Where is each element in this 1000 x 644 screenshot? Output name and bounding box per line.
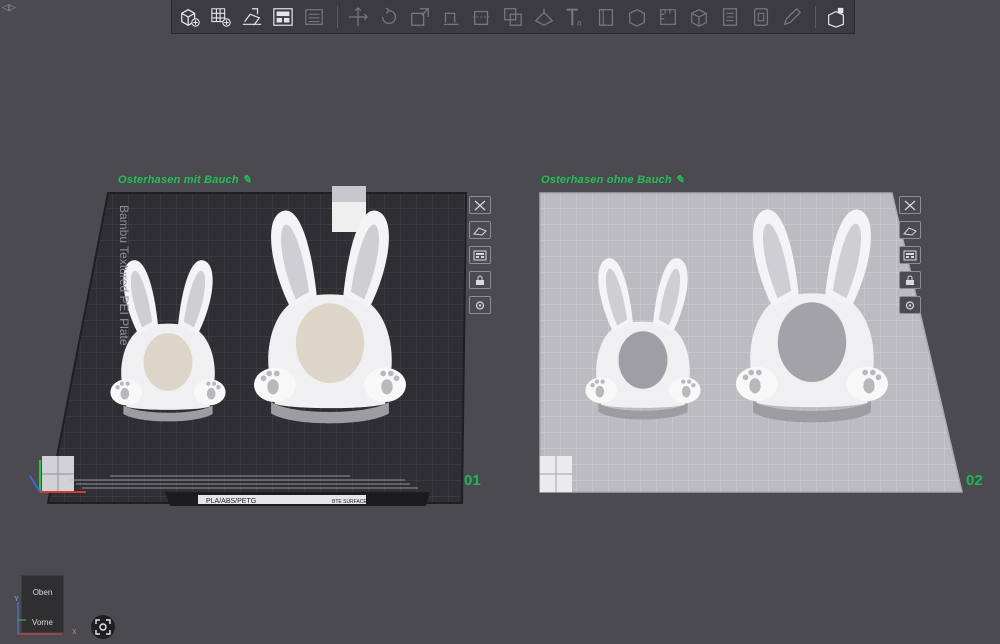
3d-viewport[interactable]: Bambu Textured PEI Plate PLA/ABS/PETG BT… [0,0,1000,644]
plate-bar-surface: BTE SURFACE [332,499,367,505]
close-plate-button[interactable] [469,196,491,214]
plate-01[interactable] [29,192,468,506]
auto-orient-plate-icon [473,226,487,236]
arrange-plate-icon [903,250,917,260]
plate-02-label[interactable]: Osterhasen ohne Bauch ✎ [541,173,684,186]
plate-01-label[interactable]: Osterhasen mit Bauch ✎ [118,173,251,186]
lock-plate-button[interactable] [469,271,491,289]
lock-plate-icon [476,275,484,285]
auto-orient-plate-button[interactable] [899,221,921,239]
plate-settings-button[interactable] [469,296,491,314]
auto-orient-plate-icon [903,226,917,236]
edit-pencil-icon[interactable]: ✎ [675,174,684,186]
z-axis-line [29,475,41,493]
plate-type-label: Bambu Textured PEI Plate [117,205,131,346]
fit-view-button[interactable] [91,615,115,639]
plate-02-number: 02 [966,472,983,489]
plate-01-side-buttons [469,196,491,321]
arrange-plate-icon [473,250,487,260]
axis-x-label: X [72,629,77,636]
close-plate-button[interactable] [899,196,921,214]
plate-settings-button[interactable] [899,296,921,314]
plate-settings-icon [905,300,915,310]
axis-y-label: Y [14,596,19,603]
plate-01-label-text: Osterhasen mit Bauch [118,174,239,186]
plate-02-label-text: Osterhasen ohne Bauch [541,174,672,186]
lock-plate-icon [906,275,914,285]
edit-pencil-icon[interactable]: ✎ [242,174,251,186]
plate-settings-icon [475,300,485,310]
fit-view-icon [95,619,111,635]
close-plate-icon [474,200,486,210]
axis-gizmo [17,602,62,635]
auto-orient-plate-button[interactable] [469,221,491,239]
plate-02-side-buttons [899,196,921,321]
close-plate-icon [904,200,916,210]
arrange-plate-button[interactable] [899,246,921,264]
plate-bar-filament: PLA/ABS/PETG [206,498,256,505]
lock-plate-button[interactable] [899,271,921,289]
plate-01-number: 01 [464,472,481,489]
arrange-plate-button[interactable] [469,246,491,264]
